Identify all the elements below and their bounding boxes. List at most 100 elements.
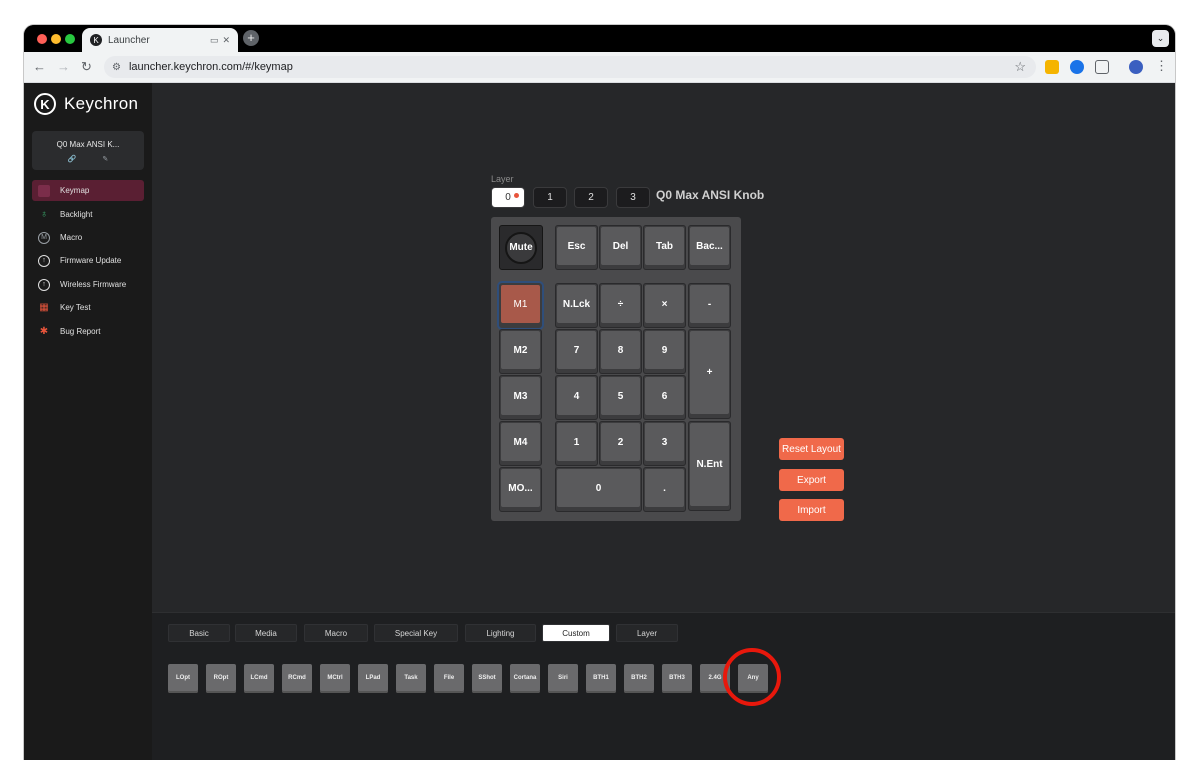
site-info-icon[interactable]: ⚙ [112,62,121,73]
device-card[interactable]: Q0 Max ANSI K... 🔗 ✎ [32,131,144,170]
key-del[interactable]: Del [599,225,642,270]
bookmark-star-icon[interactable]: ☆ [1014,59,1026,75]
key-num-lock[interactable]: N.Lck [555,283,598,328]
key-tab[interactable]: Tab [643,225,686,270]
puzzle-icon[interactable] [1095,60,1109,74]
upload-icon: ↑ [38,254,50,267]
minimize-window-button[interactable] [51,34,61,44]
tab-media[interactable]: Media [235,624,297,642]
key-esc[interactable]: Esc [555,225,598,270]
keyboard-name: Q0 Max ANSI Knob [656,188,765,202]
key-6[interactable]: 6 [643,375,686,420]
knob-key[interactable]: Mute [499,225,543,270]
key-m2[interactable]: M2 [499,329,542,374]
link-icon[interactable]: 🔗 [68,156,77,163]
sidebar-item-backlight[interactable]: ♁ Backlight [32,204,144,225]
tab-lighting[interactable]: Lighting [465,624,536,642]
key-multiply[interactable]: × [643,283,686,328]
upload-icon: ↑ [38,278,50,291]
key-minus[interactable]: - [688,283,731,328]
key-num-enter[interactable]: N.Ent [688,421,731,511]
keycode-sshot[interactable]: SShot [472,664,502,693]
bug-icon: ✱ [39,326,49,337]
keycode-siri[interactable]: Siri [548,664,578,693]
brand-logo: K Keychron [34,93,138,115]
key-3[interactable]: 3 [643,421,686,466]
browser-menu-icon[interactable]: ⋮ [1155,58,1168,74]
sidebar: K Keychron Q0 Max ANSI K... 🔗 ✎ Keymap ♁… [24,83,152,760]
key-m3[interactable]: M3 [499,375,542,420]
back-arrow-icon[interactable]: ← [33,59,46,74]
layer-button-1[interactable]: 1 [533,187,567,208]
import-button[interactable]: Import [779,499,844,521]
tab-close-icon[interactable]: ✕ [222,35,230,46]
address-bar[interactable]: ⚙ launcher.keychron.com/#/keymap ☆ [104,56,1036,78]
sidebar-item-wireless-firmware[interactable]: ↑ Wireless Firmware [32,274,144,295]
key-m1[interactable]: M1 [499,283,542,328]
key-8[interactable]: 8 [599,329,642,374]
keycode-rcmd[interactable]: RCmd [282,664,312,693]
macro-icon: M [38,231,50,244]
keycode-lopt[interactable]: LOpt [168,664,198,693]
keycode-mctrl[interactable]: MCtrl [320,664,350,693]
key-7[interactable]: 7 [555,329,598,374]
keycode-bth2[interactable]: BTH2 [624,664,654,693]
keycode-bth1[interactable]: BTH1 [586,664,616,693]
extension-icon[interactable] [1070,60,1084,74]
tab-layer[interactable]: Layer [616,624,678,642]
tab-custom[interactable]: Custom [542,624,610,642]
key-mo[interactable]: MO... [499,467,542,512]
tab-search-chevron-icon[interactable]: ⌄ [1152,30,1169,47]
export-button[interactable]: Export [779,469,844,491]
keychron-favicon-icon: K [90,34,102,46]
keycode-bth3[interactable]: BTH3 [662,664,692,693]
layer-button-2[interactable]: 2 [574,187,608,208]
browser-toolbar: ← → ↻ ⚙ launcher.keychron.com/#/keymap ☆… [24,52,1175,83]
profile-avatar[interactable] [1129,60,1143,74]
key-0[interactable]: 0 [555,467,642,512]
extension-icon[interactable] [1045,60,1059,74]
tab-special-key[interactable]: Special Key [374,624,458,642]
keychron-logo-icon: K [34,93,56,115]
sidebar-item-firmware-update[interactable]: ↑ Firmware Update [32,250,144,271]
keycode-ropt[interactable]: ROpt [206,664,236,693]
key-plus[interactable]: + [688,329,731,419]
keycode-lcmd[interactable]: LCmd [244,664,274,693]
key-1[interactable]: 1 [555,421,598,466]
sidebar-item-keymap[interactable]: Keymap [32,180,144,201]
keycode-cortana[interactable]: Cortana [510,664,540,693]
new-tab-button[interactable]: + [243,30,259,46]
key-9[interactable]: 9 [643,329,686,374]
tab-title: Launcher [108,34,150,46]
keyboard-icon [38,184,50,197]
key-m4[interactable]: M4 [499,421,542,466]
sidebar-item-key-test[interactable]: ▦ Key Test [32,297,144,318]
layer-button-0[interactable]: 0 [491,187,525,208]
highlight-circle [723,648,781,706]
reset-layout-button[interactable]: Reset Layout [779,438,844,460]
browser-tab[interactable]: K Launcher ▭ ✕ [82,28,238,52]
key-5[interactable]: 5 [599,375,642,420]
reload-icon[interactable]: ↻ [81,59,92,75]
key-2[interactable]: 2 [599,421,642,466]
tab-media-icon: ▭ [209,34,219,45]
key-4[interactable]: 4 [555,375,598,420]
close-window-button[interactable] [37,34,47,44]
device-name: Q0 Max ANSI K... [56,140,120,149]
keycode-task[interactable]: Task [396,664,426,693]
tab-macro[interactable]: Macro [304,624,368,642]
calendar-icon: ▦ [39,302,49,313]
key-backspace[interactable]: Bac... [688,225,731,270]
keycode-lpad[interactable]: LPad [358,664,388,693]
bulb-icon: ♁ [40,209,48,220]
edit-icon[interactable]: ✎ [102,156,108,163]
key-divide[interactable]: ÷ [599,283,642,328]
sidebar-item-macro[interactable]: M Macro [32,227,144,248]
forward-arrow-icon[interactable]: → [57,59,70,74]
tab-basic[interactable]: Basic [168,624,230,642]
maximize-window-button[interactable] [65,34,75,44]
layer-button-3[interactable]: 3 [616,187,650,208]
key-dot[interactable]: . [643,467,686,512]
keycode-file[interactable]: File [434,664,464,693]
sidebar-item-bug-report[interactable]: ✱ Bug Report [32,321,144,342]
